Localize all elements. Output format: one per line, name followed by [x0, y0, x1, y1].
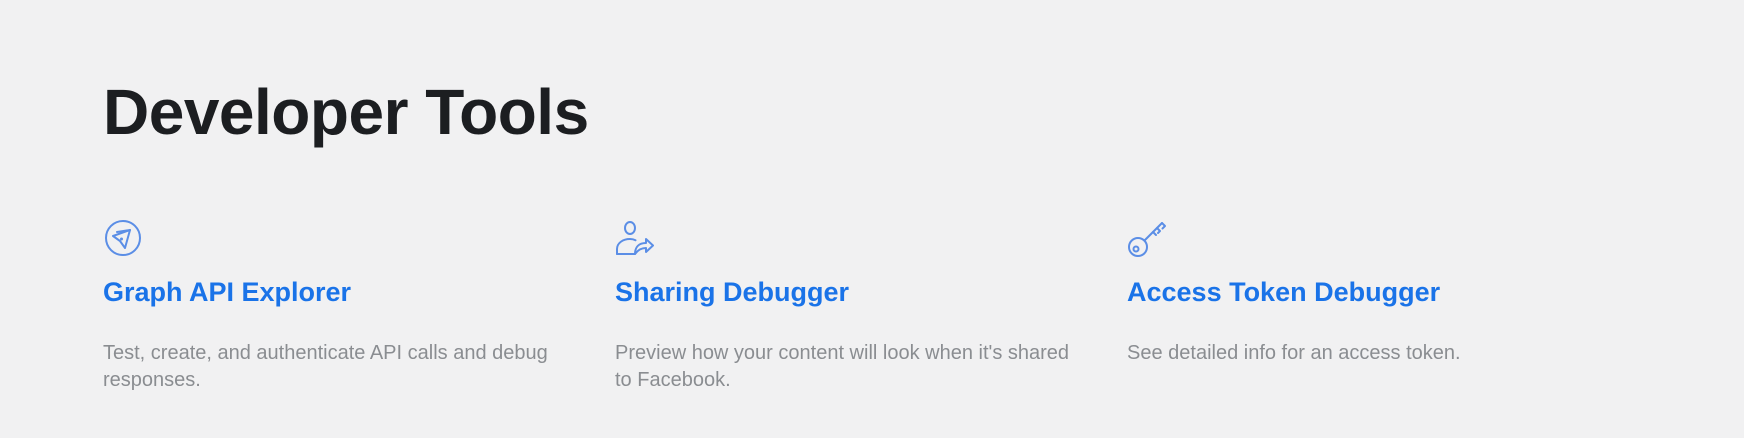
tool-card-sharing-debugger: Sharing Debugger Preview how your conten…	[615, 218, 1085, 391]
tool-card-graph-api-explorer: Graph API Explorer Test, create, and aut…	[103, 218, 573, 391]
access-token-debugger-link[interactable]: Access Token Debugger	[1127, 275, 1440, 309]
compass-icon	[103, 218, 143, 258]
user-share-icon	[615, 218, 655, 258]
key-icon	[1127, 218, 1167, 258]
graph-api-explorer-description: Test, create, and authenticate API calls…	[103, 342, 548, 391]
developer-tools-section: Developer Tools Graph API Explorer Test,…	[0, 0, 1744, 438]
tool-card-access-token-debugger: Access Token Debugger See detailed info …	[1127, 218, 1597, 364]
page-title: Developer Tools	[103, 76, 589, 148]
sharing-debugger-description: Preview how your content will look when …	[615, 342, 1070, 391]
graph-api-explorer-link[interactable]: Graph API Explorer	[103, 275, 351, 309]
access-token-debugger-description: See detailed info for an access token.	[1127, 342, 1461, 364]
sharing-debugger-link[interactable]: Sharing Debugger	[615, 275, 849, 309]
